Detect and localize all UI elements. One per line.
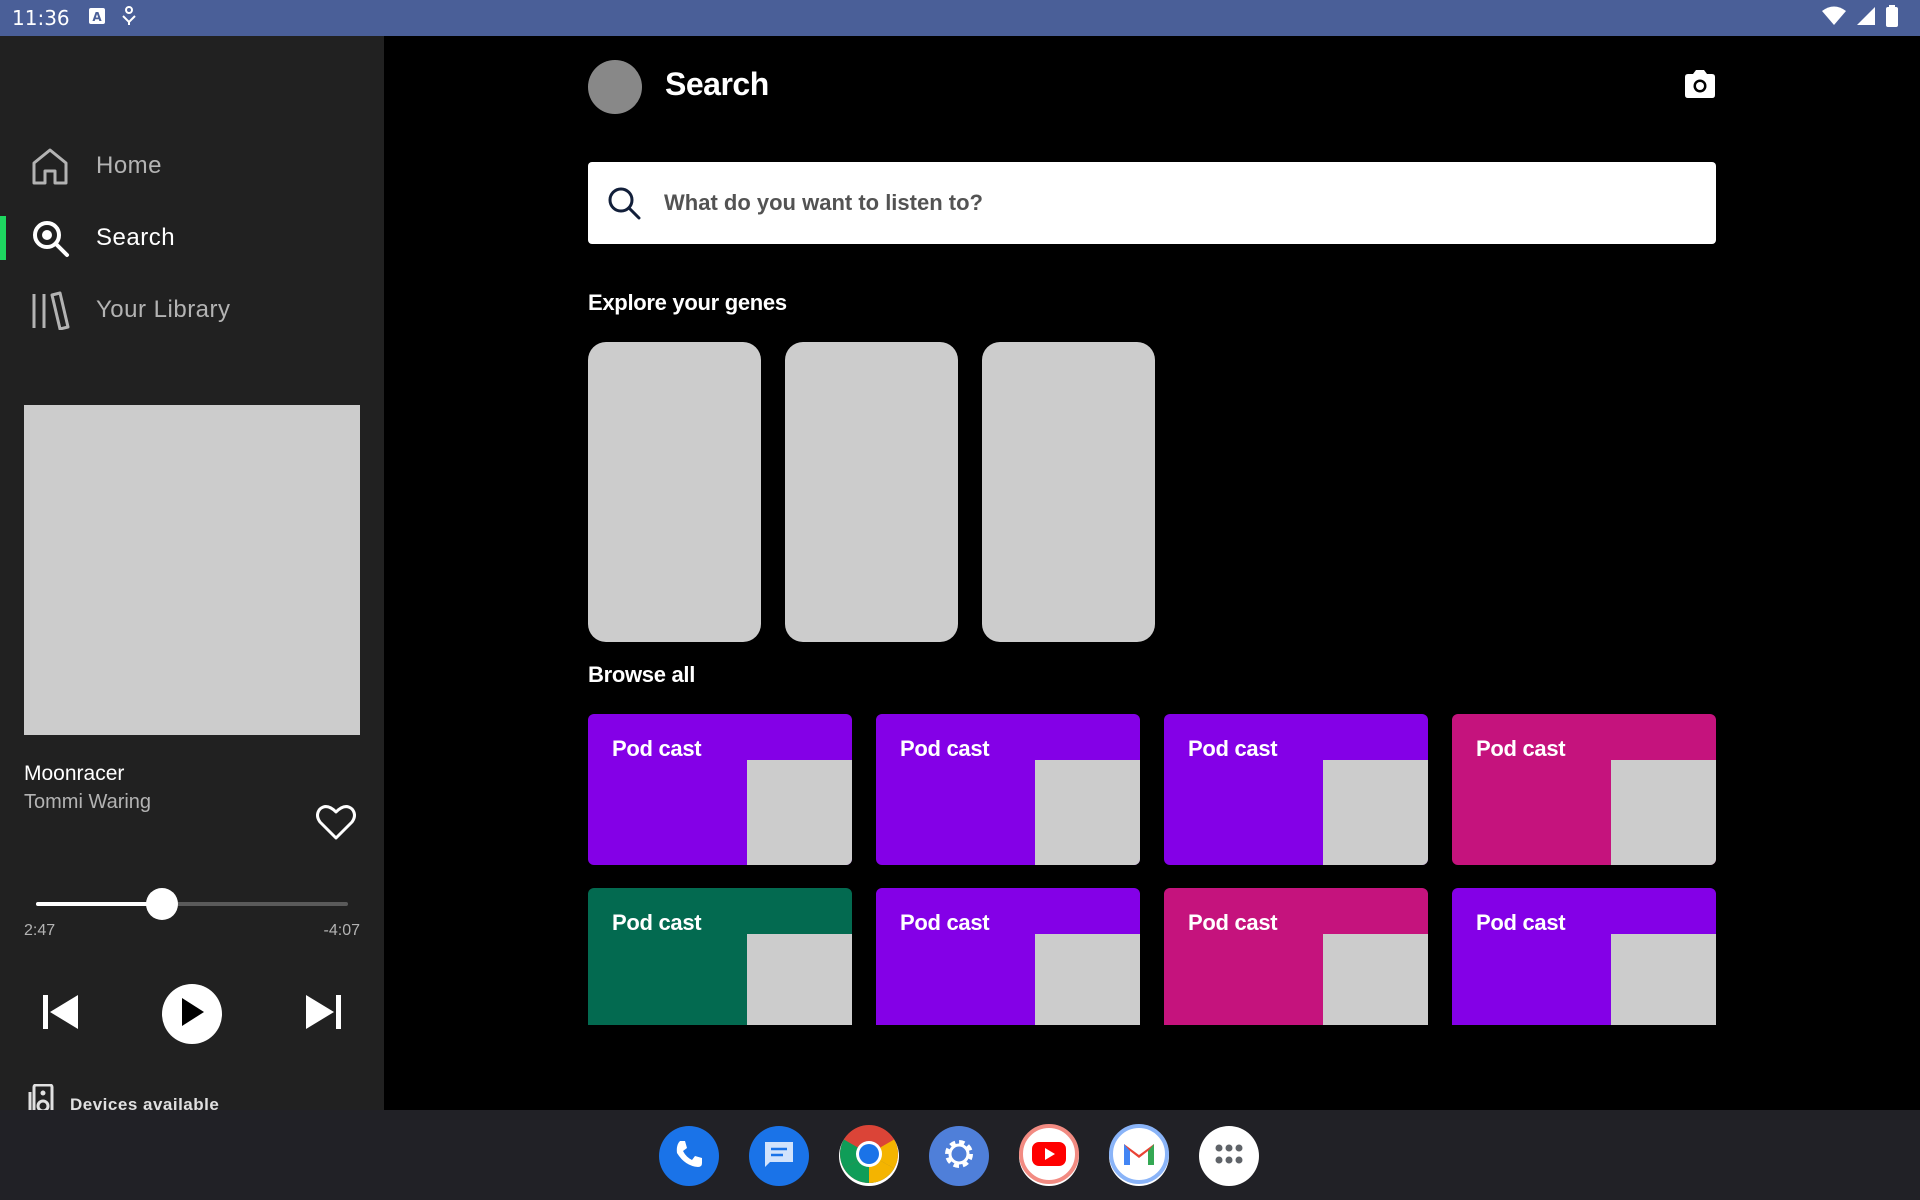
sidebar-item-search[interactable]: Search <box>0 208 384 268</box>
card-label: Pod cast <box>612 910 702 935</box>
app-drawer-icon <box>1214 1143 1244 1170</box>
browse-category-card[interactable]: Pod cast <box>876 714 1140 865</box>
gmail-icon <box>1109 1123 1169 1189</box>
play-button[interactable] <box>162 984 222 1044</box>
play-icon <box>178 997 206 1032</box>
browse-all-heading: Browse all <box>588 662 696 687</box>
browse-category-card[interactable]: Pod cast <box>1452 888 1716 1025</box>
progress-fill <box>36 902 163 906</box>
sidebar: Home Search Your Library Moonracer Tommi… <box>0 36 384 1121</box>
search-icon <box>30 218 70 258</box>
accessibility-notification-icon <box>120 5 138 31</box>
card-thumbnail <box>1323 934 1428 1025</box>
time-remaining: -4:07 <box>323 922 360 939</box>
phone-app[interactable] <box>659 1126 719 1186</box>
progress-bar[interactable] <box>36 888 348 920</box>
card-thumbnail <box>747 760 852 865</box>
keyboard-notification-icon: A <box>88 7 106 30</box>
card-label: Pod cast <box>1476 910 1566 935</box>
browse-category-card[interactable]: Pod cast <box>1164 888 1428 1025</box>
search-input[interactable] <box>664 162 1694 244</box>
explore-genres-heading: Explore your genes <box>588 290 787 315</box>
chrome-app[interactable] <box>839 1124 899 1189</box>
sidebar-item-label: Home <box>96 152 163 179</box>
previous-button[interactable] <box>36 990 84 1038</box>
taskbar <box>0 1110 1920 1200</box>
card-label: Pod cast <box>900 736 990 761</box>
card-label: Pod cast <box>1188 736 1278 761</box>
card-label: Pod cast <box>612 736 702 761</box>
track-title[interactable]: Moonracer <box>24 762 124 786</box>
heart-icon <box>316 803 356 846</box>
messages-app[interactable] <box>749 1126 809 1186</box>
browse-category-card[interactable]: Pod cast <box>588 714 852 865</box>
avatar[interactable] <box>588 60 642 114</box>
card-label: Pod cast <box>900 910 990 935</box>
card-thumbnail <box>747 934 852 1025</box>
browse-category-card[interactable]: Pod cast <box>1164 714 1428 865</box>
browse-category-card[interactable]: Pod cast <box>1452 714 1716 865</box>
card-thumbnail <box>1611 934 1716 1025</box>
card-label: Pod cast <box>1476 736 1566 761</box>
camera-search-button[interactable] <box>1680 66 1720 106</box>
genre-card[interactable] <box>588 342 761 642</box>
browse-category-card[interactable]: Pod cast <box>876 888 1140 1025</box>
gear-icon <box>941 1136 977 1177</box>
status-bar: 11:36 A <box>0 0 1920 36</box>
camera-icon <box>1683 69 1717 104</box>
next-button[interactable] <box>300 990 348 1038</box>
library-icon <box>30 290 70 330</box>
page-title: Search <box>665 66 769 102</box>
album-art[interactable] <box>24 405 360 735</box>
sidebar-item-label: Search <box>96 224 176 251</box>
gmail-app[interactable] <box>1109 1123 1169 1189</box>
card-thumbnail <box>1035 760 1140 865</box>
time-elapsed: 2:47 <box>24 922 56 939</box>
settings-app[interactable] <box>929 1126 989 1186</box>
track-artist[interactable]: Tommi Waring <box>24 791 151 814</box>
card-thumbnail <box>1035 934 1140 1025</box>
like-button[interactable] <box>312 800 360 848</box>
messages-icon <box>762 1139 796 1174</box>
genre-card[interactable] <box>785 342 958 642</box>
search-icon <box>606 185 642 226</box>
sidebar-item-home[interactable]: Home <box>0 136 384 196</box>
sidebar-item-library[interactable]: Your Library <box>0 280 384 340</box>
svg-text:A: A <box>92 10 102 24</box>
app-drawer-button[interactable] <box>1199 1126 1259 1186</box>
chrome-icon <box>839 1124 899 1189</box>
skip-next-icon <box>304 992 344 1037</box>
skip-previous-icon <box>40 992 80 1037</box>
wifi-icon <box>1822 6 1846 31</box>
battery-icon <box>1886 4 1898 32</box>
progress-thumb[interactable] <box>146 888 179 920</box>
card-label: Pod cast <box>1188 910 1278 935</box>
browse-category-card[interactable]: Pod cast <box>588 888 852 1025</box>
active-indicator <box>0 216 6 260</box>
youtube-icon <box>1019 1123 1079 1189</box>
youtube-app[interactable] <box>1019 1123 1079 1189</box>
status-time: 11:36 <box>12 6 70 30</box>
genre-card[interactable] <box>982 342 1155 642</box>
search-bar[interactable] <box>588 162 1716 244</box>
cellular-signal-icon <box>1856 6 1876 31</box>
main-content: Search Explore your genes Browse all Pod… <box>384 36 1920 1110</box>
card-thumbnail <box>1323 760 1428 865</box>
card-thumbnail <box>1611 760 1716 865</box>
home-icon <box>30 146 70 186</box>
phone-icon <box>673 1138 705 1175</box>
sidebar-item-label: Your Library <box>96 296 231 323</box>
